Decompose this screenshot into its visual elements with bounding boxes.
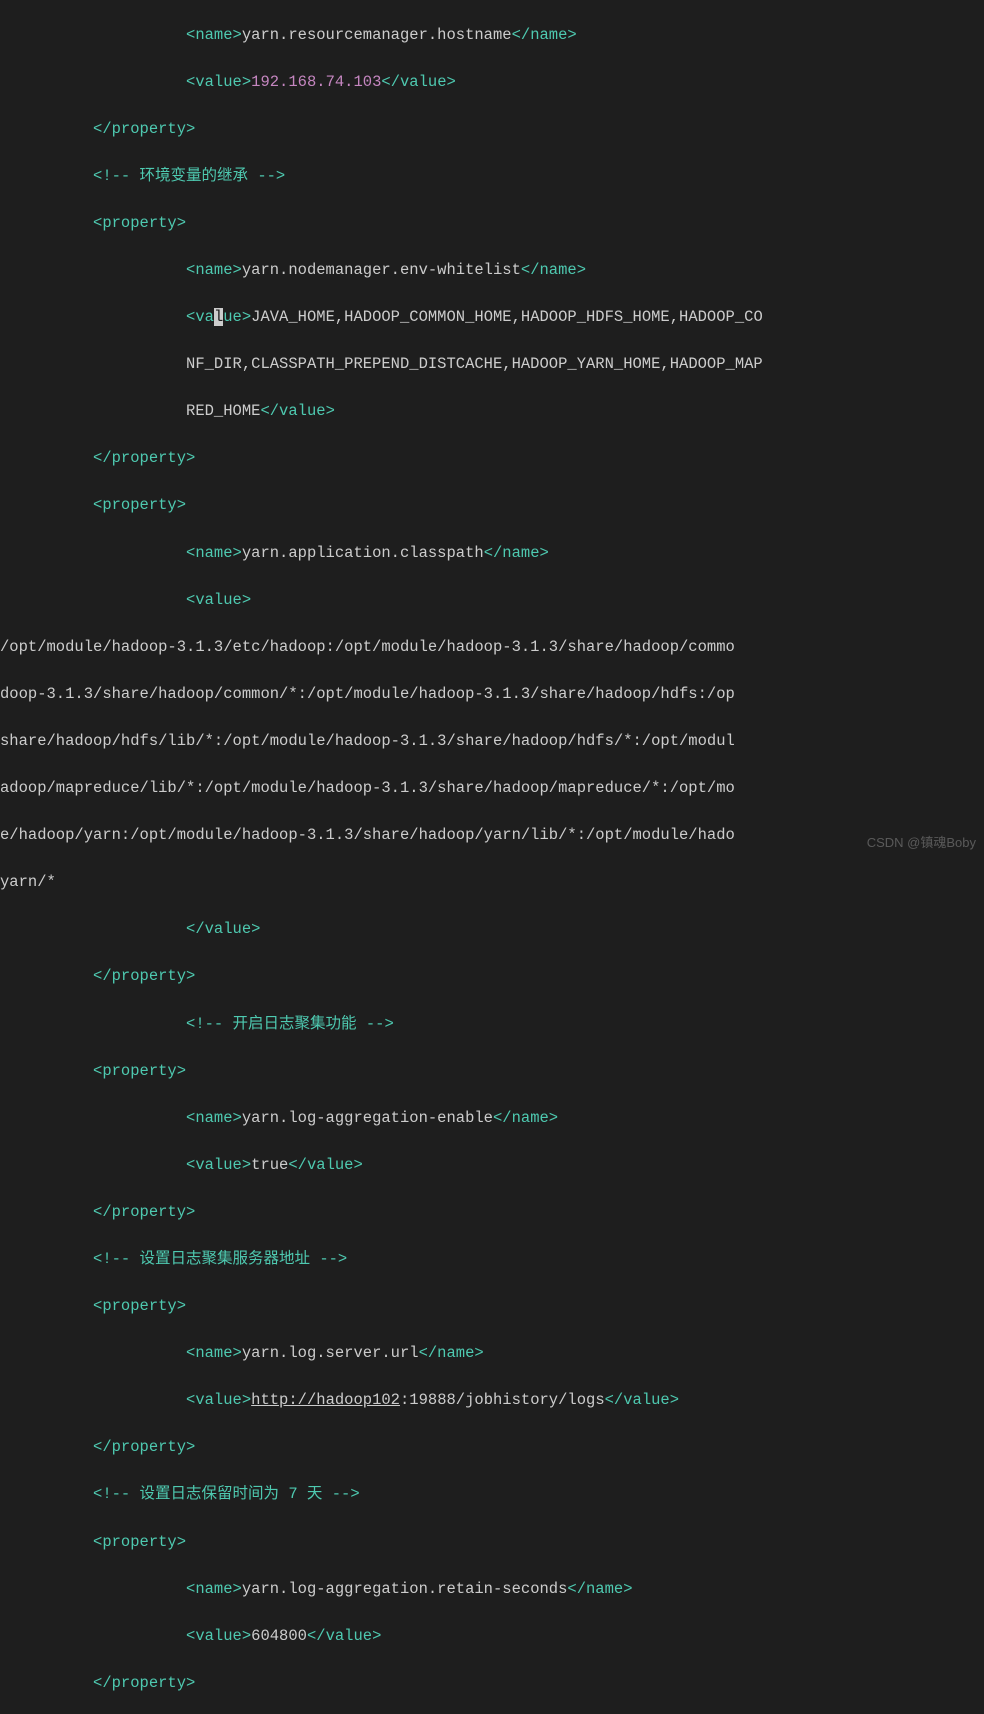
- config-name: yarn.application.classpath: [242, 544, 484, 562]
- xml-comment: <!-- 设置日志聚集服务器地址 -->: [93, 1250, 347, 1268]
- classpath-value: /opt/module/hadoop-3.1.3/etc/hadoop:/opt…: [0, 638, 735, 656]
- config-name: yarn.log-aggregation-enable: [242, 1109, 493, 1127]
- bool-value: true: [251, 1156, 288, 1174]
- name-tag: <name>: [186, 26, 242, 44]
- close-property: </property>: [93, 120, 195, 138]
- config-name: yarn.log.server.url: [242, 1344, 419, 1362]
- code-editor[interactable]: <name>yarn.resourcemanager.hostname</nam…: [0, 0, 984, 1714]
- watermark-text: CSDN @镇魂Boby: [867, 833, 976, 853]
- text-cursor: l: [214, 308, 223, 326]
- xml-comment: <!-- 开启日志聚集功能 -->: [186, 1015, 394, 1033]
- xml-comment: <!-- 环境变量的继承 -->: [93, 167, 285, 185]
- config-name: yarn.log-aggregation.retain-seconds: [242, 1580, 568, 1598]
- value-tag: <value>: [186, 73, 251, 91]
- env-whitelist-value: JAVA_HOME,HADOOP_COMMON_HOME,HADOOP_HDFS…: [251, 308, 763, 326]
- ip-address: 192.168.74.103: [251, 73, 381, 91]
- url-link[interactable]: http://hadoop102: [251, 1391, 400, 1409]
- config-name: yarn.resourcemanager.hostname: [242, 26, 512, 44]
- config-name: yarn.nodemanager.env-whitelist: [242, 261, 521, 279]
- open-property: <property>: [93, 214, 186, 232]
- seconds-value: 604800: [251, 1627, 307, 1645]
- xml-comment: <!-- 设置日志保留时间为 7 天 -->: [93, 1485, 360, 1503]
